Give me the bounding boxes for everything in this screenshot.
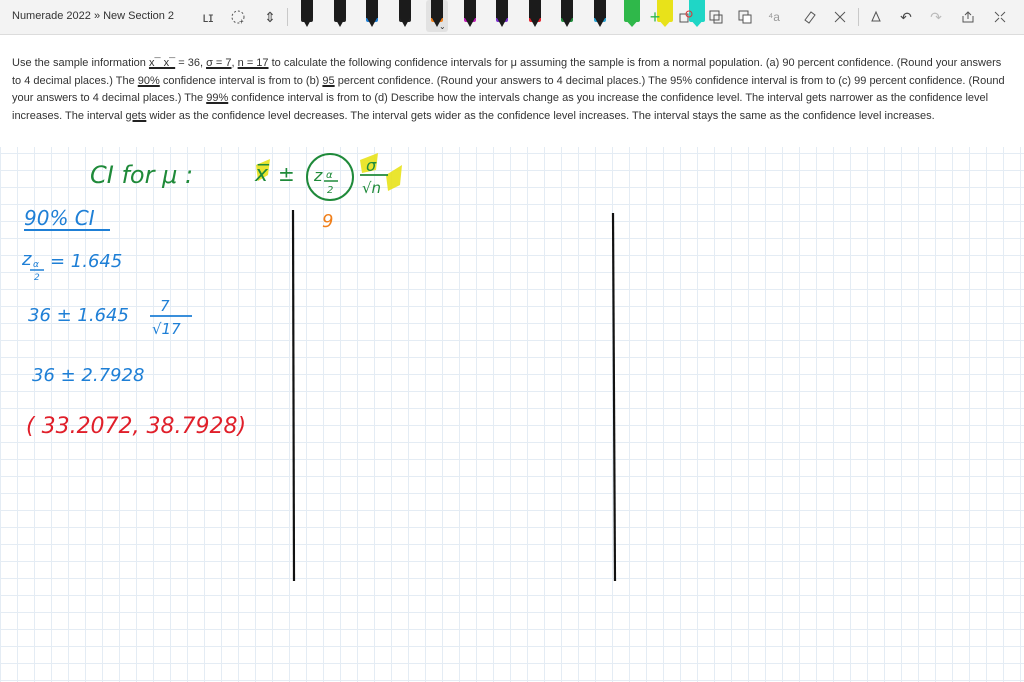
replay-icon[interactable] [866, 6, 886, 28]
share-icon[interactable] [958, 6, 978, 28]
drawing-toolbar: Numerade 2022 » New Section 2 ʟɪ + ⇕ ⌄ +… [0, 0, 1024, 35]
collapse-icon[interactable] [990, 6, 1010, 28]
alpha-sub-ink: α [33, 260, 39, 270]
plus-minus-ink: ± [278, 162, 295, 186]
undo-icon[interactable]: ↶ [896, 6, 916, 28]
pen-7[interactable] [491, 0, 513, 32]
ink-to-text-icon[interactable] [706, 6, 726, 28]
ci-label-ink: CI for μ : [90, 161, 193, 189]
pen-1[interactable] [296, 0, 318, 32]
ink-layer: CI for μ : x̅ ± z α 2 σ √n 9 90% CI z α … [21, 153, 617, 582]
sqrt-n-ink: √n [362, 179, 381, 197]
pen-6[interactable] [459, 0, 481, 32]
ci-line2-ink: 36 ± 2.7928 [32, 365, 144, 386]
column-divider-left [291, 209, 296, 582]
lasso-select-icon[interactable]: + [228, 6, 248, 28]
highlighter-11[interactable] [621, 0, 643, 32]
highlight-mark [386, 165, 402, 191]
heading-ink: 90% CI [24, 206, 95, 230]
xbar-ink: x̅ [254, 162, 270, 187]
pen-4[interactable] [394, 0, 416, 32]
z-ink: z [313, 166, 323, 185]
pen-2[interactable] [329, 0, 351, 32]
ci-line1-num-ink: 7 [160, 297, 170, 315]
add-space-icon[interactable]: ⇕ [260, 6, 280, 28]
pen-10[interactable] [589, 0, 611, 32]
pen-9[interactable] [556, 0, 578, 32]
chevron-down-icon[interactable]: ⌄ [439, 22, 446, 31]
pen-3[interactable] [361, 0, 383, 32]
alpha-ink: α [326, 170, 333, 181]
z-value-ink: = 1.645 [50, 251, 122, 272]
sigma-ink: σ [366, 156, 377, 175]
ci-result-ink: ( 33.2072, 38.7928) [26, 414, 246, 439]
breadcrumb[interactable]: Numerade 2022 » New Section 2 [12, 10, 174, 22]
column-divider-right [611, 212, 617, 582]
nine-ink: 9 [322, 211, 333, 232]
ink-to-math-icon[interactable] [735, 6, 755, 28]
add-pen-icon[interactable]: + [645, 6, 665, 28]
pen-8[interactable] [524, 0, 546, 32]
two-ink: 2 [327, 185, 333, 196]
ci-line1-ink: 36 ± 1.645 [28, 305, 129, 326]
ci-line1-den-ink: √17 [152, 320, 181, 338]
two-sub-ink: 2 [34, 273, 40, 283]
note-canvas[interactable]: Use the sample information x¯ x¯ = 36, σ… [0, 35, 1024, 682]
toolbar-divider [287, 8, 288, 26]
pen-5[interactable]: ⌄ [426, 0, 448, 32]
z-sub-ink: z [21, 249, 32, 270]
math-icon[interactable]: ⁴a [764, 6, 784, 28]
svg-text:+: + [239, 17, 244, 25]
ruler-icon[interactable] [830, 6, 850, 28]
ink-to-shape-icon[interactable] [676, 6, 696, 28]
toolbar-divider [858, 8, 859, 26]
redo-icon[interactable]: ↷ [926, 6, 946, 28]
type-text-icon[interactable]: ʟɪ [198, 6, 218, 28]
eraser-icon[interactable] [800, 6, 820, 28]
